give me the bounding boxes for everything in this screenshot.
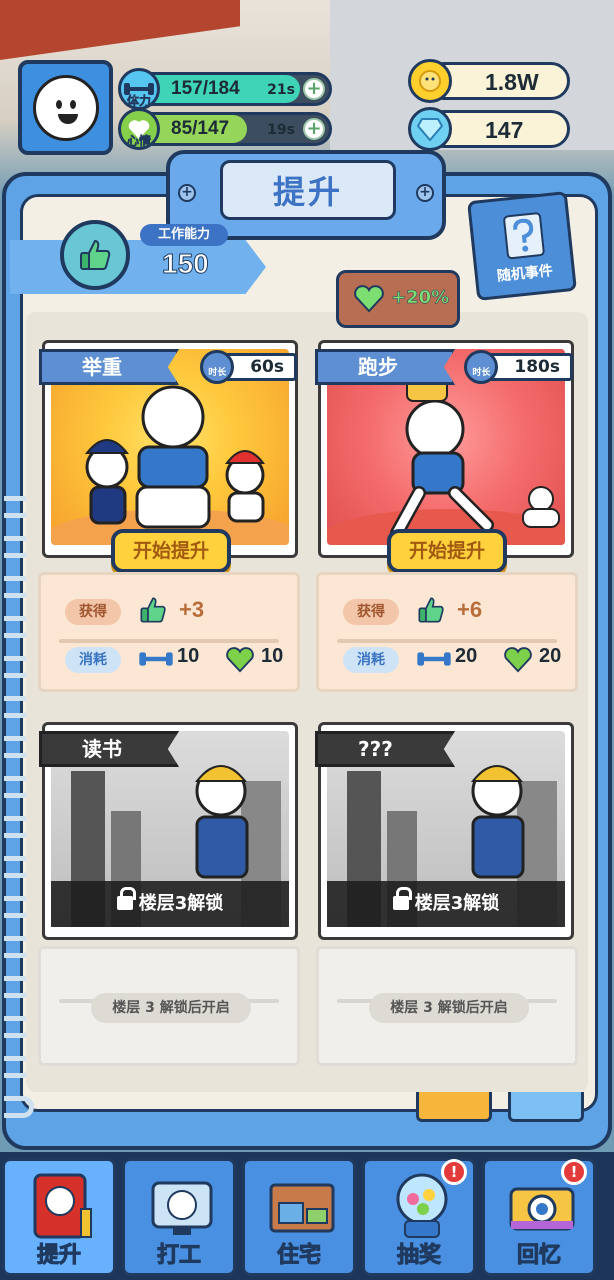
activity-card-weightlifting[interactable]: 举重 时长 60s 开始提升 — [39, 340, 298, 573]
cost-stamina-value: 10 — [177, 645, 200, 667]
lock-bar: 楼层3解锁 — [327, 881, 565, 927]
avatar-face-icon — [32, 74, 99, 141]
cost-mood-value: 20 — [539, 645, 562, 667]
coin-value: 1.8W — [485, 69, 539, 95]
notification-badge: ! — [441, 1159, 467, 1185]
nav-lottery[interactable]: 抽奖 ! — [362, 1158, 476, 1276]
stamina-plus-button[interactable]: + — [303, 78, 325, 100]
gain-row: 获得 +6 — [333, 593, 565, 629]
cost-row: 消耗 10 10 — [55, 641, 287, 677]
card-duration: 时长 180s — [464, 350, 573, 384]
card-title: 跑步 — [315, 349, 455, 385]
cost-mood-value: 10 — [261, 645, 284, 667]
random-event-button[interactable]: 随机事件 — [467, 191, 577, 301]
card-duration-value: 60s — [250, 357, 284, 377]
nav-label: 住宅 — [276, 1243, 321, 1269]
lock-icon — [116, 887, 136, 910]
unknown-info-panel: 楼层 3 解锁后开启 — [316, 946, 578, 1066]
activity-card-reading: 读书 楼层3解锁 — [39, 722, 298, 940]
gem-value: 147 — [485, 117, 524, 143]
player-avatar[interactable] — [18, 60, 113, 155]
mood-bonus-value: +20% — [391, 287, 450, 309]
gain-chip: 获得 — [65, 599, 121, 625]
stamina-bar: 157/184 21s + — [130, 72, 332, 106]
card-duration: 时长 60s — [200, 350, 297, 384]
running-info-panel: 获得 +6 消耗 20 20 — [316, 572, 578, 692]
random-event-label: 随机事件 — [496, 262, 554, 285]
start-upgrade-button[interactable]: 开始提升 — [111, 529, 231, 573]
gain-value: +3 — [179, 597, 205, 622]
start-upgrade-button[interactable]: 开始提升 — [387, 529, 507, 573]
thumbs-up-icon — [140, 597, 166, 623]
lock-bar: 楼层3解锁 — [51, 881, 289, 927]
nav-label: 回忆 — [516, 1243, 561, 1269]
cost-chip: 消耗 — [343, 647, 399, 673]
screw-icon: + — [416, 184, 434, 202]
unlock-hint: 楼层 3 解锁后开启 — [91, 993, 251, 1023]
dumbbell-icon — [139, 652, 173, 666]
nav-upgrade[interactable]: 提升 — [2, 1158, 116, 1276]
unlock-hint: 楼层 3 解锁后开启 — [369, 993, 529, 1023]
dumbbell-icon — [417, 652, 451, 666]
mood-label: 心情 — [127, 134, 152, 149]
mood-plus-button[interactable]: + — [303, 118, 325, 140]
activity-card-unknown: ??? 楼层3解锁 — [315, 722, 574, 940]
gain-row: 获得 +3 — [55, 593, 287, 629]
stamina-timer: 21s — [267, 82, 295, 98]
cost-stamina-value: 20 — [455, 645, 478, 667]
nav-label: 提升 — [36, 1243, 81, 1269]
card-duration-value: 180s — [514, 357, 560, 377]
card-title: 读书 — [39, 731, 179, 767]
clock-icon: 时长 — [200, 350, 235, 384]
heart-icon — [504, 647, 532, 673]
clock-icon: 时长 — [464, 350, 499, 384]
gain-value: +6 — [457, 597, 483, 622]
ability-ribbon — [10, 240, 266, 294]
cost-chip: 消耗 — [65, 647, 121, 673]
notebook-tab-orange — [416, 1092, 492, 1122]
mood-bonus-tab: +20% — [336, 270, 460, 328]
screw-icon: + — [178, 184, 196, 202]
activity-card-running[interactable]: 跑步 时长 180s 开始提升 — [315, 340, 574, 573]
background-roof — [0, 0, 240, 60]
thumbs-up-medal-icon — [60, 220, 130, 290]
computer-icon — [151, 1181, 213, 1235]
nav-label: 抽奖 — [396, 1243, 441, 1269]
ability-value: 150 — [162, 248, 210, 280]
lock-text: 楼层3解锁 — [138, 893, 224, 914]
notebook-tab-blue — [508, 1092, 584, 1122]
cost-row: 消耗 20 20 — [333, 641, 565, 677]
ability-label: 工作能力 — [140, 224, 228, 246]
mood-bar: 85/147 19s + — [130, 112, 332, 146]
book-icon — [33, 1173, 92, 1239]
mood-value: 85/147 — [171, 118, 230, 139]
gain-chip: 获得 — [343, 599, 399, 625]
stamina-label: 体力 — [127, 94, 152, 109]
nav-memories[interactable]: 回忆 ! — [482, 1158, 596, 1276]
thumbs-up-icon — [418, 597, 444, 623]
gem-icon — [408, 107, 452, 151]
mood-timer: 19s — [267, 122, 295, 138]
nav-work[interactable]: 打工 — [122, 1158, 236, 1276]
reading-info-panel: 楼层 3 解锁后开启 — [38, 946, 300, 1066]
page-title: 提升 — [220, 160, 396, 220]
weightlifting-info-panel: 获得 +3 消耗 10 10 — [38, 572, 300, 692]
bottom-nav: 提升 打工 住宅 抽奖 ! 回忆 ! — [0, 1152, 614, 1280]
coin-icon — [408, 59, 452, 103]
stamina-value: 157/184 — [171, 78, 240, 99]
card-title: ??? — [315, 731, 455, 767]
lock-icon — [392, 887, 412, 910]
nav-label: 打工 — [156, 1243, 201, 1269]
lock-text: 楼层3解锁 — [414, 893, 500, 914]
house-icon — [269, 1183, 335, 1233]
notification-badge: ! — [561, 1159, 587, 1185]
card-title: 举重 — [39, 349, 179, 385]
heart-icon — [226, 647, 254, 673]
nav-housing[interactable]: 住宅 — [242, 1158, 356, 1276]
